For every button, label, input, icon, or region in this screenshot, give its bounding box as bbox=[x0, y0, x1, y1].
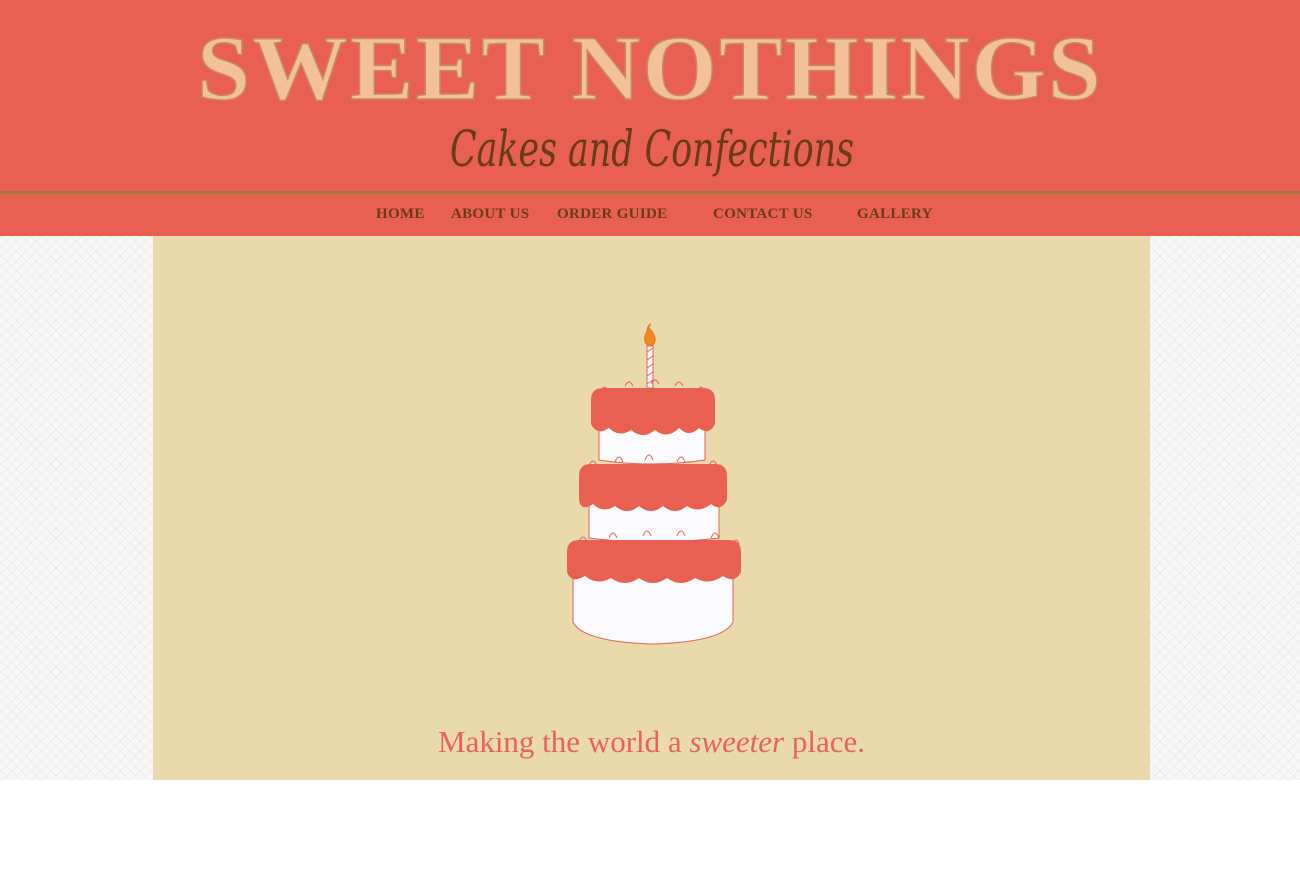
tagline-start: Making the world a bbox=[438, 724, 690, 759]
logo-title: SWEET NOTHINGS bbox=[197, 17, 1103, 116]
tagline: Making the world a sweeter place. bbox=[153, 724, 1150, 760]
logo-subtitle-wrap: Cakes and Confections bbox=[0, 106, 1300, 186]
logo-title-graphic: SWEET NOTHINGS bbox=[196, 16, 1103, 116]
tagline-end: place. bbox=[784, 724, 865, 759]
candle-flame bbox=[644, 323, 656, 347]
site-logo[interactable]: SWEET NOTHINGS bbox=[0, 6, 1300, 116]
hero-panel: Making the world a sweeter place. bbox=[153, 236, 1150, 780]
nav-order-guide[interactable]: ORDER GUIDE bbox=[557, 206, 667, 223]
nav-gallery[interactable]: GALLERY bbox=[857, 206, 933, 223]
logo-subtitle: Cakes and Confections bbox=[450, 120, 854, 178]
cake-middle-frosting bbox=[579, 464, 727, 511]
tagline-emphasis: sweeter bbox=[689, 724, 785, 759]
cake-bottom-frosting bbox=[567, 540, 741, 583]
cake-illustration bbox=[567, 323, 741, 645]
logo-subtitle-graphic: Cakes and Confections bbox=[450, 120, 854, 178]
main-nav: HOME ABOUT US ORDER GUIDE CONTACT US GAL… bbox=[0, 194, 1300, 236]
nav-about-us[interactable]: ABOUT US bbox=[451, 206, 529, 223]
nav-contact-us[interactable]: CONTACT US bbox=[713, 206, 813, 223]
site-header: SWEET NOTHINGS Cakes and Confections HOM… bbox=[0, 0, 1300, 236]
cake-top-frosting bbox=[591, 388, 715, 435]
nav-home[interactable]: HOME bbox=[376, 206, 425, 223]
